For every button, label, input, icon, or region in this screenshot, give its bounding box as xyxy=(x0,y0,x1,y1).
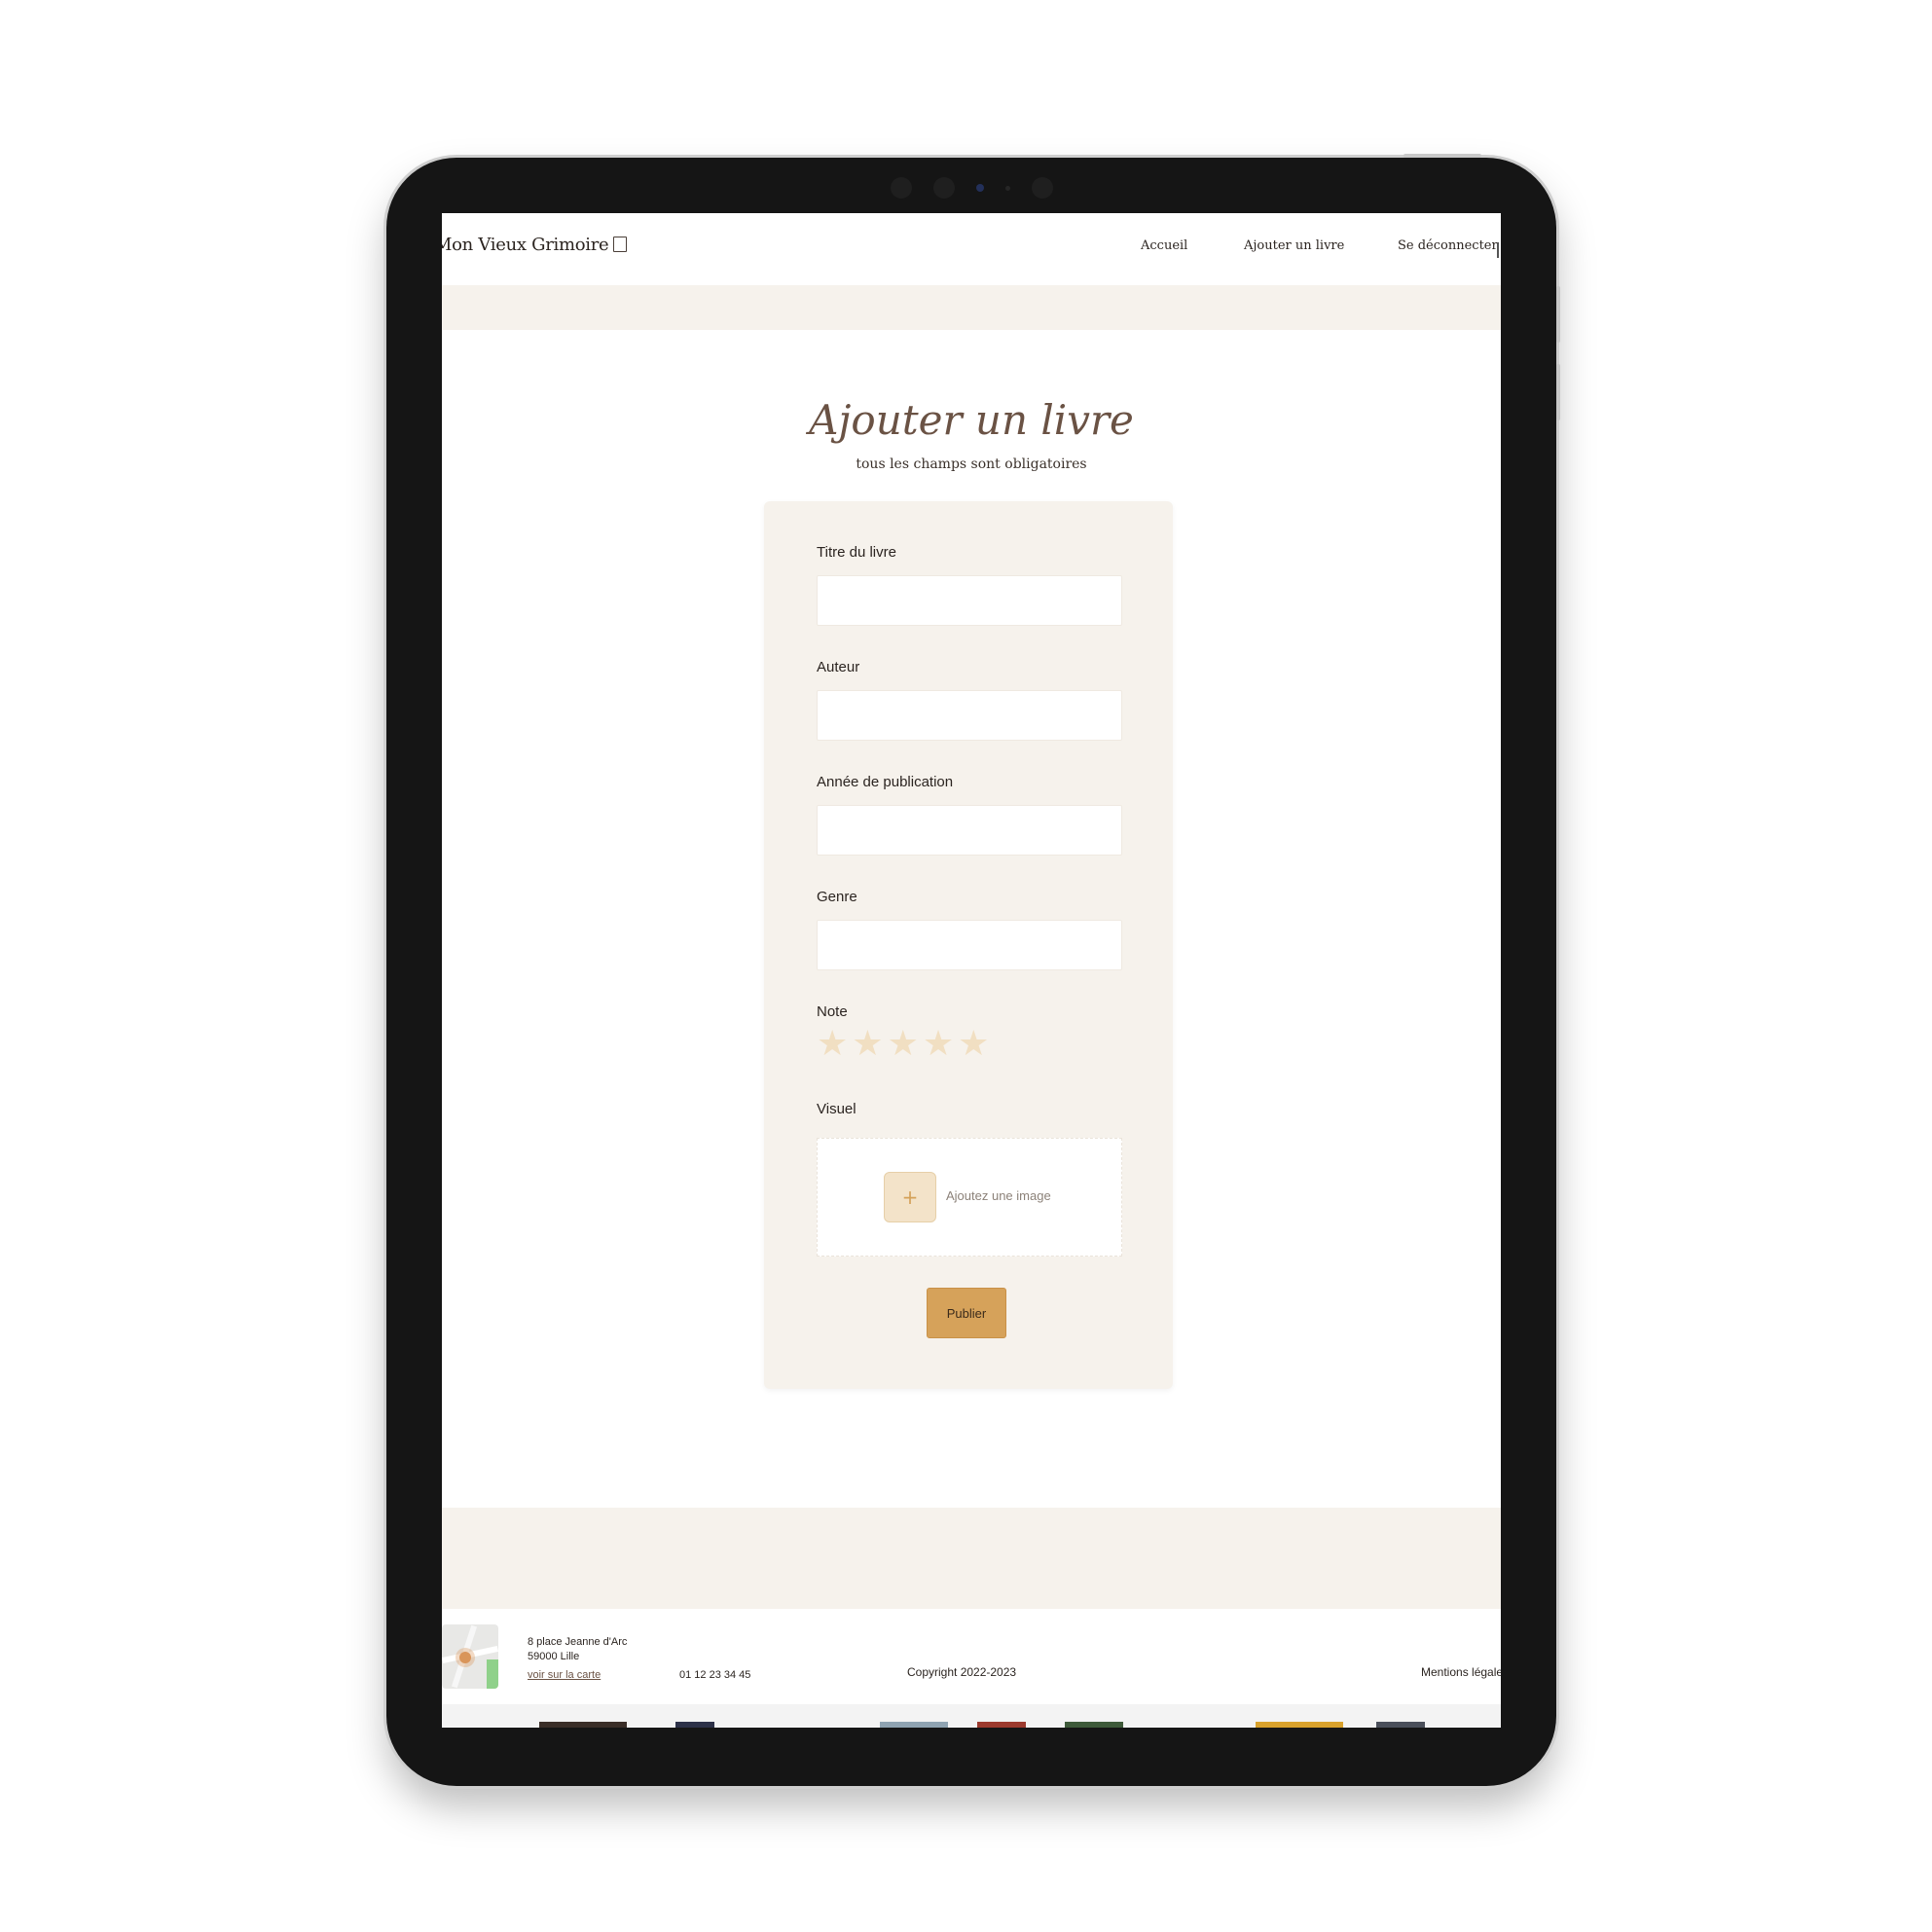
title-input[interactable] xyxy=(817,575,1122,626)
camera-lens xyxy=(975,184,984,192)
tablet-volume-down-button xyxy=(1556,364,1560,420)
image-upload-zone[interactable]: + Ajoutez une image xyxy=(817,1138,1122,1257)
genre-input[interactable] xyxy=(817,920,1122,970)
phone-number: 01 12 23 34 45 xyxy=(679,1669,751,1681)
site-footer: 8 place Jeanne d'Arc 59000 Lille voir su… xyxy=(442,1609,1501,1704)
plus-icon: + xyxy=(901,1185,919,1209)
site-logo[interactable]: Mon Vieux Grimoire xyxy=(442,235,628,255)
book-icon xyxy=(613,237,628,252)
site-header: Mon Vieux Grimoire Accueil Ajouter un li… xyxy=(442,213,1501,285)
legal-link[interactable]: Mentions légales xyxy=(1421,1665,1501,1679)
camera-sensor xyxy=(1004,185,1010,191)
rating-stars: ★ ★ ★ ★ ★ xyxy=(817,1027,989,1062)
map-pin-icon xyxy=(459,1652,471,1663)
author-input[interactable] xyxy=(817,690,1122,741)
tablet-device: Mon Vieux Grimoire Accueil Ajouter un li… xyxy=(386,154,1560,1786)
star-icon[interactable]: ★ xyxy=(958,1027,989,1062)
nav-link-logout[interactable]: Se déconnecter xyxy=(1398,238,1498,253)
header-banner xyxy=(442,285,1501,330)
page-subtitle: tous les champs sont obligatoires xyxy=(856,456,1087,472)
genre-field-label: Genre xyxy=(817,889,857,905)
camera-sensor xyxy=(890,177,912,199)
add-image-button[interactable]: + xyxy=(884,1172,936,1222)
nav-link-add-book[interactable]: Ajouter un livre xyxy=(1244,238,1344,253)
add-book-form: Titre du livre Auteur Année de publicati… xyxy=(764,501,1173,1389)
strip-image xyxy=(539,1722,627,1728)
rating-label: Note xyxy=(817,1003,848,1020)
publish-button[interactable]: Publier xyxy=(927,1288,1006,1338)
author-field-label: Auteur xyxy=(817,659,860,675)
map-park xyxy=(487,1659,498,1689)
copyright: Copyright 2022-2023 xyxy=(907,1665,1017,1679)
year-input[interactable] xyxy=(817,805,1122,856)
map-thumbnail[interactable] xyxy=(442,1624,498,1689)
tablet-top-button xyxy=(1403,154,1481,158)
star-icon[interactable]: ★ xyxy=(923,1027,954,1062)
address-line-2: 59000 Lille xyxy=(528,1651,580,1662)
address-line-1: 8 place Jeanne d'Arc xyxy=(528,1636,628,1648)
strip-image xyxy=(1376,1722,1425,1728)
footer-banner xyxy=(442,1508,1501,1609)
camera-sensor xyxy=(1031,177,1053,199)
tablet-volume-up-button xyxy=(1556,286,1560,343)
camera-bar xyxy=(386,175,1556,200)
strip-image xyxy=(1065,1722,1123,1728)
strip-image xyxy=(1256,1722,1343,1728)
star-icon[interactable]: ★ xyxy=(888,1027,919,1062)
visual-label: Visuel xyxy=(817,1101,857,1117)
map-link[interactable]: voir sur la carte xyxy=(528,1669,601,1681)
nav-link-home[interactable]: Accueil xyxy=(1141,238,1187,253)
strip-image xyxy=(675,1722,714,1728)
strip-image xyxy=(880,1722,948,1728)
add-image-text: Ajoutez une image xyxy=(946,1188,1051,1203)
logo-text: Mon Vieux Grimoire xyxy=(442,235,609,255)
bottom-image-strip xyxy=(442,1704,1501,1728)
year-field-label: Année de publication xyxy=(817,774,954,790)
header-scroll-indicator xyxy=(1497,242,1499,258)
page-title: Ajouter un livre xyxy=(809,396,1134,444)
star-icon[interactable]: ★ xyxy=(817,1027,848,1062)
star-icon[interactable]: ★ xyxy=(852,1027,883,1062)
camera-sensor xyxy=(932,177,955,199)
screen: Mon Vieux Grimoire Accueil Ajouter un li… xyxy=(442,213,1501,1728)
title-field-label: Titre du livre xyxy=(817,544,896,561)
strip-image xyxy=(977,1722,1026,1728)
